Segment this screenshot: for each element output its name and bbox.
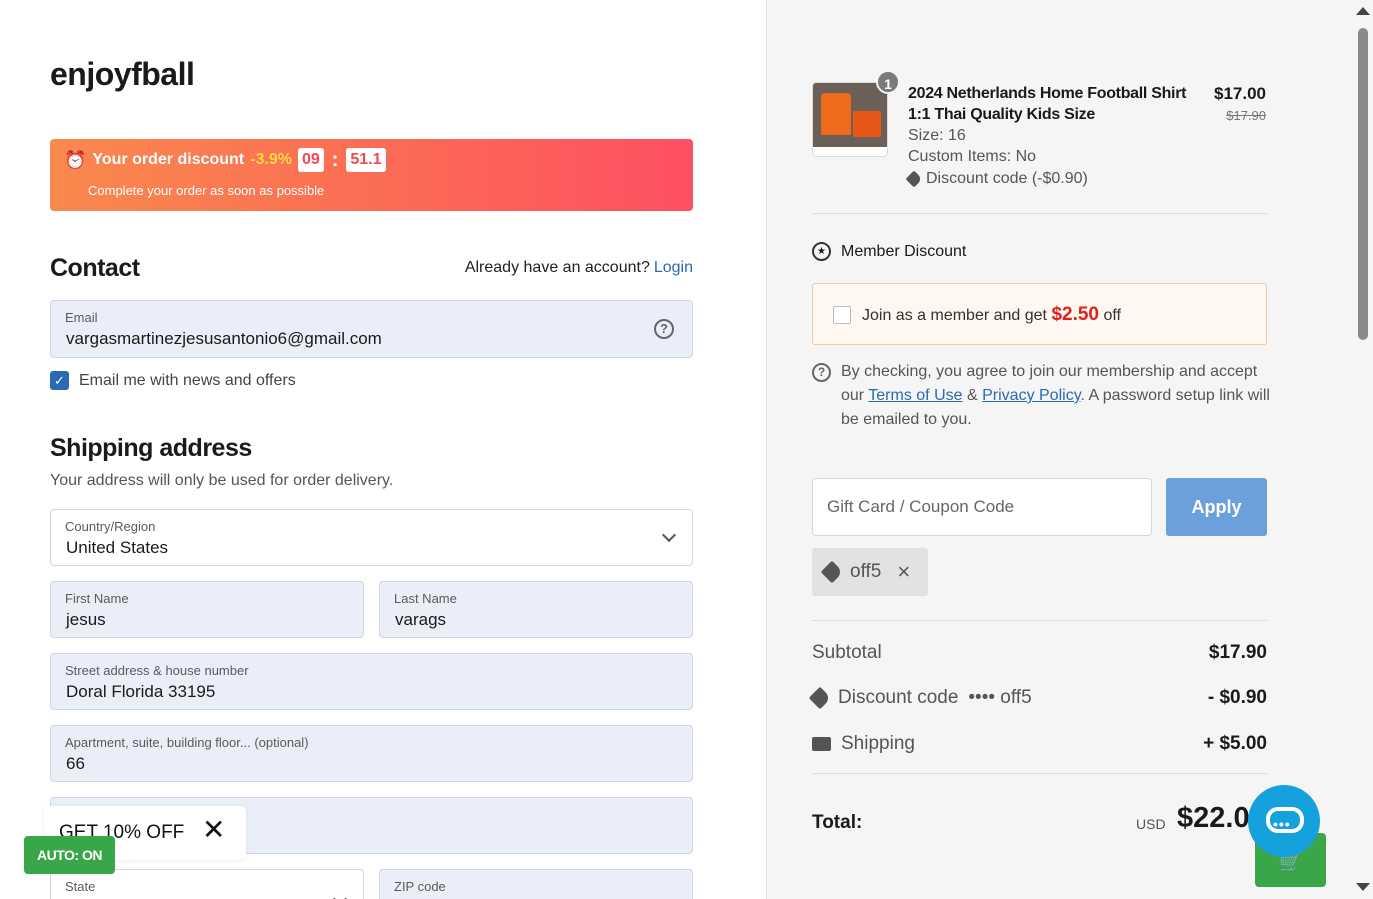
- login-link[interactable]: Login: [654, 259, 693, 276]
- zip-field[interactable]: ZIP code: [379, 869, 693, 899]
- scroll-down-arrow-icon[interactable]: [1356, 883, 1370, 891]
- product-old-price: $17.90: [1226, 108, 1266, 123]
- countdown-minutes: 09: [297, 148, 324, 172]
- product-size: Size: 16: [908, 127, 966, 144]
- last-name-field[interactable]: Last Name varags: [379, 581, 693, 638]
- checkout-page: enjoyfball ⏰ Your order discount -3.9% 0…: [0, 0, 1373, 899]
- close-icon[interactable]: ✕: [202, 816, 225, 844]
- first-name-field[interactable]: First Name jesus: [50, 581, 364, 638]
- chevron-down-icon: [332, 891, 348, 899]
- truck-icon: [812, 737, 831, 751]
- scroll-up-arrow-icon[interactable]: [1356, 7, 1370, 15]
- alarm-clock-icon: ⏰: [64, 149, 87, 170]
- street-address-field[interactable]: Street address & house number Doral Flor…: [50, 653, 693, 710]
- scrollbar-thumb[interactable]: [1358, 28, 1368, 340]
- product-price: $17.00: [1214, 84, 1266, 103]
- product-thumbnail: [812, 82, 888, 157]
- product-discount: Discount code (-$0.90): [905, 170, 1088, 188]
- applied-coupon-code: off5: [850, 561, 882, 582]
- total-value: $22.0: [1177, 802, 1250, 834]
- coupon-input[interactable]: [813, 479, 1151, 535]
- shipping-row: Shipping + $5.00: [812, 733, 1267, 755]
- divider: [812, 773, 1267, 774]
- discount-code: •••• off5: [968, 687, 1032, 708]
- quantity-badge: 1: [876, 70, 900, 94]
- tag-icon: [808, 686, 832, 710]
- divider: [812, 213, 1267, 214]
- checkout-form-panel: enjoyfball ⏰ Your order discount -3.9% 0…: [0, 0, 766, 899]
- contact-title: Contact: [50, 254, 140, 282]
- total-label: Total:: [812, 812, 863, 833]
- account-prompt: Already have an account? Login: [464, 259, 693, 276]
- auto-toggle-button[interactable]: AUTO: ON: [24, 836, 115, 874]
- member-amount: $2.50: [1051, 304, 1099, 325]
- coupon-field[interactable]: [812, 478, 1152, 536]
- shipping-title: Shipping address: [50, 434, 252, 462]
- member-checkbox[interactable]: [833, 306, 851, 324]
- applied-coupon-chip: off5 ×: [812, 548, 928, 596]
- email-value: vargasmartinezjesusantonio6@gmail.com: [66, 329, 382, 348]
- news-checkbox[interactable]: ✓: [50, 371, 69, 390]
- member-badge-icon: ★: [812, 242, 831, 261]
- shipping-subtitle: Your address will only be used for order…: [50, 472, 394, 489]
- discount-value: - $0.90: [1207, 687, 1267, 708]
- apartment-field[interactable]: Apartment, suite, building floor... (opt…: [50, 725, 693, 782]
- terms-of-use-link[interactable]: Terms of Use: [868, 387, 962, 404]
- apply-button[interactable]: Apply: [1166, 478, 1267, 536]
- chat-button[interactable]: •••: [1248, 785, 1320, 857]
- chevron-down-icon: [661, 527, 677, 543]
- store-logo[interactable]: enjoyfball: [50, 56, 195, 93]
- country-select[interactable]: Country/Region United States: [50, 509, 693, 566]
- subtotal-value: $17.90: [1208, 642, 1267, 663]
- banner-percent: -3.9%: [250, 151, 292, 168]
- subtotal-row: Subtotal $17.90: [812, 642, 1267, 663]
- news-checkbox-row[interactable]: ✓ Email me with news and offers: [50, 371, 296, 390]
- remove-coupon-icon[interactable]: ×: [897, 559, 910, 585]
- discount-row: Discount code •••• off5 - $0.90: [808, 686, 1267, 710]
- product-custom: Custom Items: No: [908, 148, 1037, 165]
- currency-label: USD: [1136, 816, 1166, 832]
- email-field[interactable]: Email vargasmartinezjesusantonio6@gmail.…: [50, 300, 693, 358]
- shipping-value: + $5.00: [1203, 733, 1267, 754]
- help-icon[interactable]: ?: [654, 319, 674, 339]
- product-name: 2024 Netherlands Home Football Shirt 1:1…: [908, 85, 1187, 123]
- question-icon: ?: [812, 363, 831, 382]
- membership-terms: ? By checking, you agree to join our mem…: [812, 360, 1272, 432]
- order-summary-panel: 1 2024 Netherlands Home Football Shirt 1…: [766, 0, 1373, 899]
- scrollbar[interactable]: [1353, 0, 1373, 899]
- tag-icon: [905, 170, 923, 188]
- countdown-seconds: 51.1: [346, 148, 386, 172]
- banner-label: Your order discount: [92, 151, 245, 168]
- discount-banner: ⏰ Your order discount -3.9% 09 : 51.1 Co…: [50, 139, 693, 211]
- member-join-box[interactable]: Join as a member and get $2.50 off: [812, 283, 1267, 345]
- divider: [812, 620, 1267, 621]
- tag-icon: [820, 560, 844, 584]
- news-label: Email me with news and offers: [79, 371, 296, 389]
- member-discount-title: ★ Member Discount: [812, 242, 966, 261]
- banner-subtitle: Complete your order as soon as possible: [88, 183, 325, 198]
- privacy-policy-link[interactable]: Privacy Policy: [982, 387, 1080, 404]
